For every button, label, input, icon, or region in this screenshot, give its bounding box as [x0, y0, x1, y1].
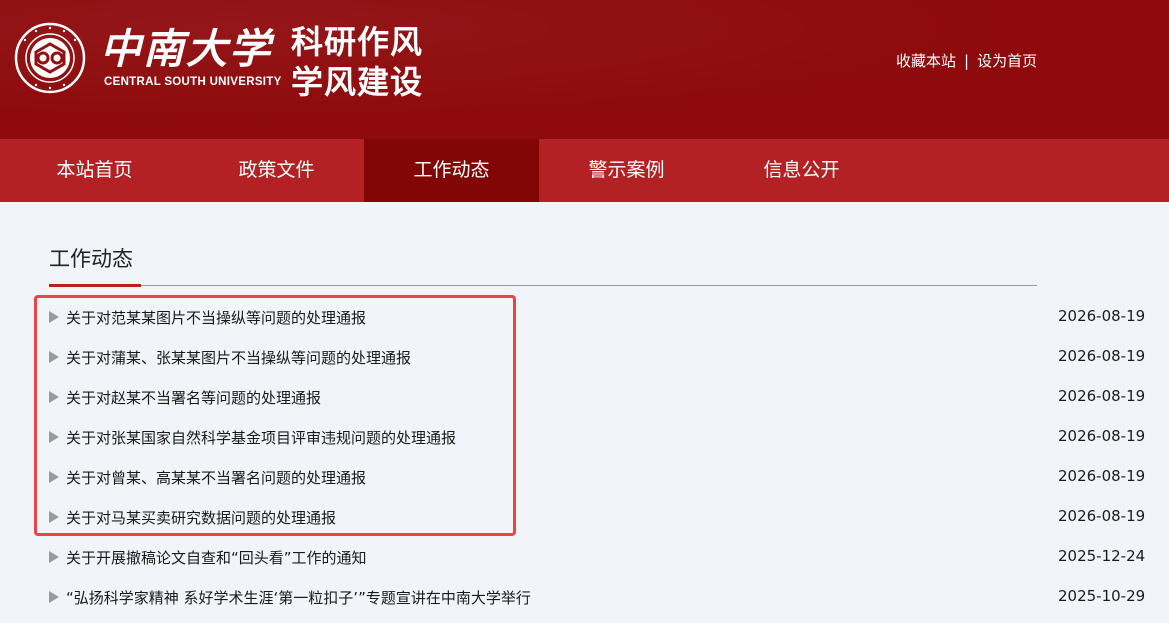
- main-nav: 本站首页 政策文件 工作动态 警示案例 信息公开: [0, 139, 1169, 202]
- top-links: 收藏本站 | 设为首页: [896, 50, 1037, 71]
- news-item: 关于开展撤稿论文自查和“回头看”工作的通知 2025-12-24: [0, 538, 1169, 578]
- news-date: 2026-08-19: [1058, 387, 1146, 405]
- section-divider: [49, 285, 1037, 286]
- university-name-cn: 中南大学: [100, 25, 272, 73]
- site-title-line-2: 学风建设: [291, 63, 424, 101]
- news-title-link[interactable]: 关于对曾某、高某某不当署名问题的处理通报: [66, 467, 366, 488]
- site-title-line-1: 科研作风: [291, 23, 424, 61]
- nav-item-home[interactable]: 本站首页: [0, 139, 189, 202]
- news-date: 2026-08-19: [1058, 347, 1146, 365]
- logo-divider: [279, 30, 280, 92]
- triangle-arrow-icon: [49, 311, 59, 323]
- news-title-link[interactable]: 关于开展撤稿论文自查和“回头看”工作的通知: [66, 547, 367, 568]
- site-title: 科研作风 学风建设: [291, 22, 423, 102]
- news-item: 关于对曾某、高某某不当署名问题的处理通报 2026-08-19: [0, 458, 1169, 498]
- news-item: 关于对赵某不当署名等问题的处理通报 2026-08-19: [0, 378, 1169, 418]
- triangle-arrow-icon: [49, 351, 59, 363]
- triangle-arrow-icon: [49, 511, 59, 523]
- university-name-en: CENTRAL SOUTH UNIVERSITY: [104, 76, 282, 88]
- section-title-underline: [49, 284, 141, 287]
- news-item: 关于对张某国家自然科学基金项目评审违规问题的处理通报 2026-08-19: [0, 418, 1169, 458]
- site-header: 中南大学 CENTRAL SOUTH UNIVERSITY 科研作风 学风建设 …: [0, 0, 1169, 139]
- triangle-arrow-icon: [49, 591, 59, 603]
- news-date: 2026-08-19: [1058, 507, 1146, 525]
- news-title-link[interactable]: 关于对马某买卖研究数据问题的处理通报: [66, 507, 336, 528]
- set-homepage-link[interactable]: 设为首页: [977, 52, 1037, 70]
- news-date: 2026-08-19: [1058, 307, 1146, 325]
- nav-item-information-disclosure[interactable]: 信息公开: [714, 139, 889, 202]
- news-date: 2025-10-29: [1058, 587, 1146, 605]
- news-title-link[interactable]: 关于对蒲某、张某某图片不当操纵等问题的处理通报: [66, 347, 411, 368]
- news-title-link[interactable]: “弘扬科学家精神 系好学术生涯‘第一粒扣子’”专题宣讲在中南大学举行: [66, 587, 531, 608]
- triangle-arrow-icon: [49, 551, 59, 563]
- nav-item-work-news[interactable]: 工作动态: [364, 139, 539, 202]
- nav-item-warning-cases[interactable]: 警示案例: [539, 139, 714, 202]
- bookmark-site-link[interactable]: 收藏本站: [896, 52, 956, 70]
- triangle-arrow-icon: [49, 471, 59, 483]
- triangle-arrow-icon: [49, 391, 59, 403]
- news-item: 关于对范某某图片不当操纵等问题的处理通报 2026-08-19: [0, 298, 1169, 338]
- news-title-link[interactable]: 关于对张某国家自然科学基金项目评审违规问题的处理通报: [66, 427, 456, 448]
- section-title: 工作动态: [49, 247, 133, 271]
- news-item: 关于对蒲某、张某某图片不当操纵等问题的处理通报 2026-08-19: [0, 338, 1169, 378]
- triangle-arrow-icon: [49, 431, 59, 443]
- news-title-link[interactable]: 关于对赵某不当署名等问题的处理通报: [66, 387, 321, 408]
- university-seal-icon: [14, 22, 86, 94]
- news-item: “弘扬科学家精神 系好学术生涯‘第一粒扣子’”专题宣讲在中南大学举行 2025-…: [0, 578, 1169, 618]
- news-date: 2026-08-19: [1058, 467, 1146, 485]
- top-links-separator: |: [964, 52, 970, 70]
- news-title-link[interactable]: 关于对范某某图片不当操纵等问题的处理通报: [66, 307, 366, 328]
- news-item: 关于对马某买卖研究数据问题的处理通报 2026-08-19: [0, 498, 1169, 538]
- nav-item-policy-documents[interactable]: 政策文件: [189, 139, 364, 202]
- news-date: 2026-08-19: [1058, 427, 1146, 445]
- news-date: 2025-12-24: [1058, 547, 1146, 565]
